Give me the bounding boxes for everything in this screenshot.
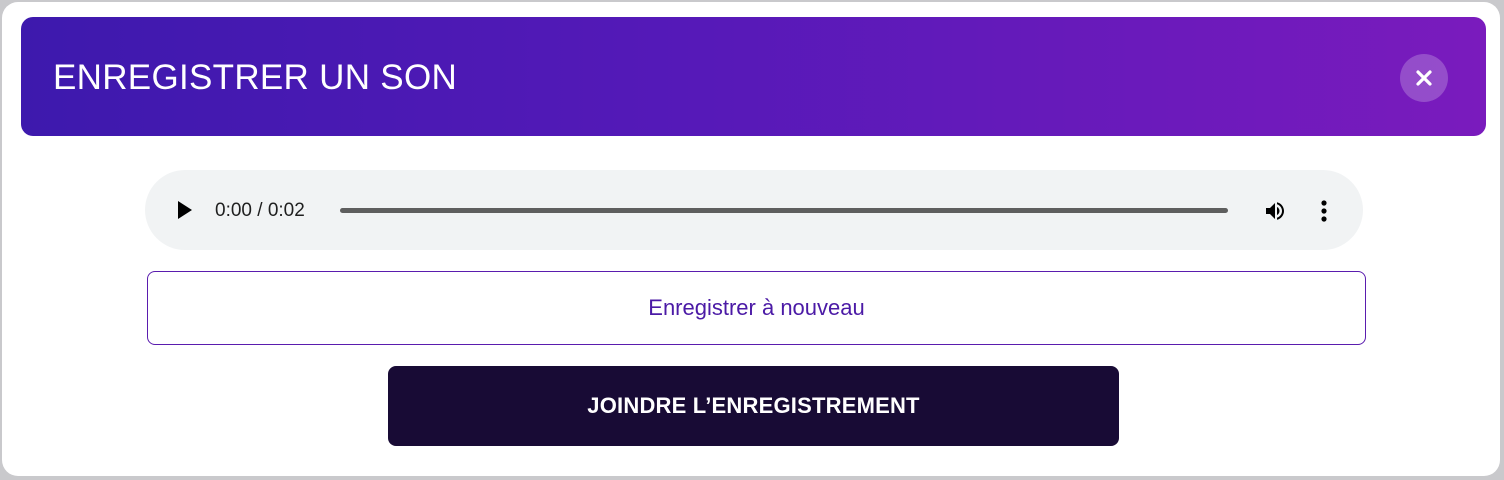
audio-player: 0:00 / 0:02 bbox=[145, 170, 1363, 250]
duration: 0:02 bbox=[267, 200, 305, 221]
time-display: 0:00 / 0:02 bbox=[215, 170, 305, 250]
modal-header: ENREGISTRER UN SON bbox=[21, 17, 1486, 136]
modal-title: ENREGISTRER UN SON bbox=[53, 58, 458, 97]
play-button[interactable] bbox=[167, 192, 203, 228]
more-vertical-icon bbox=[1321, 200, 1327, 222]
time-separator: / bbox=[251, 200, 268, 221]
close-icon bbox=[1416, 70, 1432, 86]
record-sound-modal: ENREGISTRER UN SON 0:00 / 0:02 Enregistr… bbox=[2, 2, 1500, 476]
current-time: 0:00 bbox=[215, 200, 252, 221]
volume-icon bbox=[1266, 202, 1284, 220]
play-icon bbox=[178, 201, 192, 219]
volume-button[interactable] bbox=[1257, 194, 1293, 228]
attach-recording-button[interactable]: JOINDRE L’ENREGISTREMENT bbox=[388, 366, 1119, 446]
more-options-button[interactable] bbox=[1309, 194, 1339, 228]
close-button[interactable] bbox=[1400, 54, 1448, 102]
progress-slider[interactable] bbox=[340, 208, 1228, 213]
rerecord-button[interactable]: Enregistrer à nouveau bbox=[147, 271, 1366, 345]
